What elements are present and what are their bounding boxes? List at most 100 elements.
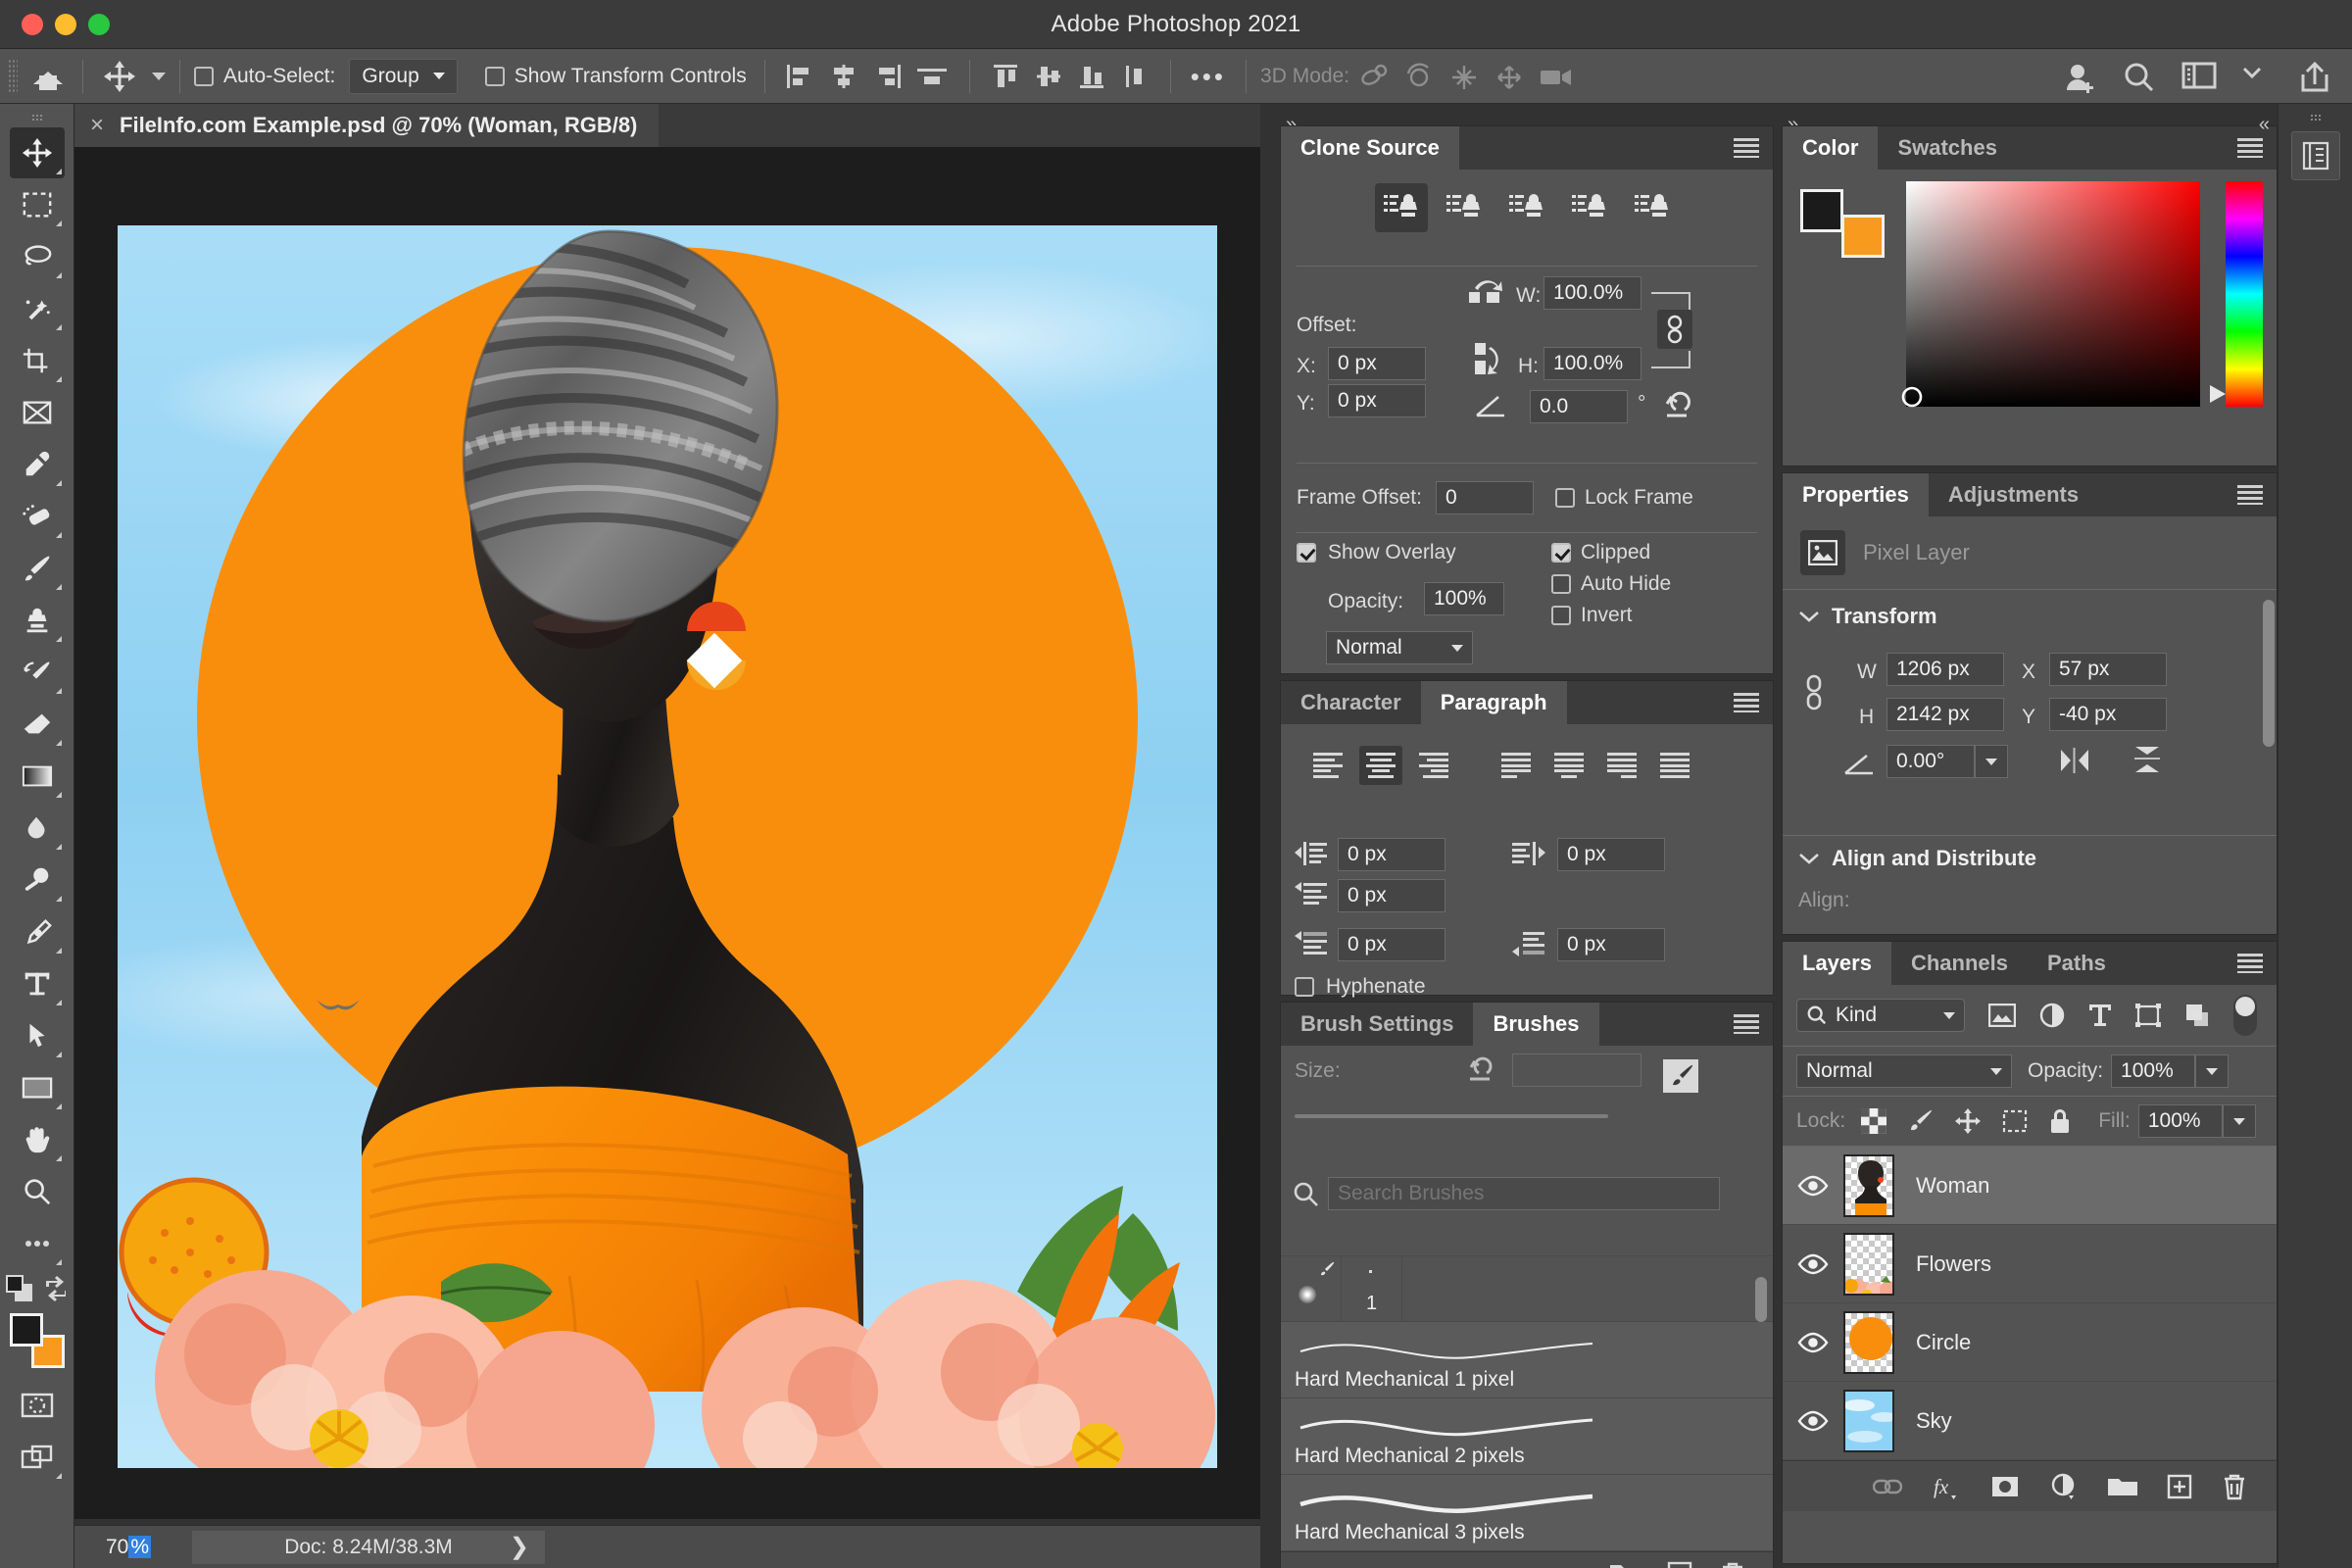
tab-character[interactable]: Character [1281, 681, 1421, 724]
brush-list[interactable]: Hard Mechanical 1 pixel Hard Mechanical … [1281, 1277, 1773, 1551]
tab-swatches[interactable]: Swatches [1878, 126, 2017, 170]
layer-visibility-toggle[interactable] [1783, 1332, 1843, 1353]
list-item[interactable]: Hard Mechanical 1 pixel [1281, 1322, 1773, 1398]
home-icon[interactable] [27, 57, 69, 96]
foreground-background-color[interactable] [9, 1313, 65, 1368]
brush-size-slider[interactable] [1295, 1114, 1608, 1118]
overlay-blend-mode-dropdown[interactable]: Normal [1326, 631, 1473, 664]
transform-y-field[interactable]: -40 px [2049, 698, 2167, 731]
type-tool[interactable] [10, 958, 65, 1009]
flip-horizontal-icon[interactable] [2059, 747, 2090, 780]
width-field[interactable]: 100.0% [1544, 276, 1642, 310]
space-after-paragraph-field[interactable]: 0 px [1557, 928, 1665, 961]
background-color-swatch[interactable] [1841, 215, 1885, 258]
color-field-picker[interactable] [1901, 181, 2200, 408]
layer-fill-stepper[interactable] [2222, 1104, 2256, 1138]
blur-tool[interactable] [10, 803, 65, 854]
show-transform-controls-checkbox[interactable] [484, 66, 505, 86]
layer-name[interactable]: Flowers [1916, 1251, 1991, 1277]
adjustment-layer-icon[interactable] [2049, 1473, 2079, 1500]
3d-slide-icon[interactable] [1487, 57, 1532, 96]
rotation-angle-field[interactable]: 0.00° [1886, 745, 1975, 778]
user-add-icon[interactable] [2064, 61, 2095, 93]
chevron-down-icon[interactable] [2240, 61, 2272, 92]
layer-thumbnail[interactable] [1843, 1232, 1894, 1296]
foreground-color-swatch[interactable] [1800, 189, 1843, 232]
3d-orbit-icon[interactable] [1349, 57, 1396, 96]
hue-slider[interactable] [2210, 181, 2263, 407]
align-top-edges-icon[interactable] [984, 57, 1027, 96]
more-align-options-button[interactable]: ••• [1185, 57, 1232, 96]
tab-channels[interactable]: Channels [1891, 942, 2028, 985]
align-right-edges-icon[interactable] [865, 57, 908, 96]
brush-group-count[interactable]: 1 [1342, 1256, 1402, 1321]
3d-roll-icon[interactable] [1396, 57, 1442, 96]
filter-toggle[interactable] [2233, 995, 2257, 1036]
panel-menu-icon[interactable] [2237, 954, 2263, 973]
link-layers-icon[interactable] [1873, 1477, 1902, 1496]
layer-thumbnail[interactable] [1843, 1310, 1894, 1374]
new-group-icon[interactable] [2108, 1475, 2137, 1498]
gradient-tool[interactable] [10, 751, 65, 802]
layer-filter-kind-dropdown[interactable]: Kind [1796, 999, 1965, 1032]
new-group-icon[interactable] [1610, 1561, 1640, 1568]
brush-list-scrollbar[interactable] [1755, 1277, 1767, 1322]
align-vertical-centers-icon[interactable] [1027, 57, 1070, 96]
properties-scrollbar[interactable] [2263, 600, 2275, 747]
distribute-horizontal-icon[interactable] [908, 57, 956, 96]
lock-artboard-icon[interactable] [2002, 1109, 2028, 1133]
constrain-link-icon[interactable] [1804, 674, 1824, 717]
hand-tool[interactable] [10, 1114, 65, 1165]
transform-x-field[interactable]: 57 px [2049, 653, 2167, 686]
workspace-icon[interactable] [2181, 61, 2217, 92]
share-icon[interactable] [2299, 61, 2330, 92]
new-brush-preset-icon[interactable] [1663, 1059, 1698, 1099]
canvas-area[interactable]: © FileInfo.com [74, 147, 1260, 1519]
lasso-tool[interactable] [10, 231, 65, 282]
document-size-info[interactable]: Doc: 8.24M/38.3M ❯ [192, 1530, 545, 1564]
filter-shape-icon[interactable] [2135, 1004, 2161, 1027]
align-left-edges-icon[interactable] [779, 57, 822, 96]
justify-last-center-button[interactable] [1547, 746, 1591, 785]
eraser-tool[interactable] [10, 699, 65, 750]
quick-mask-icon[interactable] [10, 1380, 65, 1431]
path-selection-tool[interactable] [10, 1010, 65, 1061]
brush-tool[interactable] [10, 543, 65, 594]
clone-source-slot-5[interactable] [1626, 183, 1679, 232]
frame-tool[interactable] [10, 387, 65, 438]
layer-name[interactable]: Circle [1916, 1330, 1971, 1355]
table-row[interactable]: Sky [1783, 1382, 2277, 1460]
height-field[interactable]: 100.0% [1544, 347, 1642, 380]
brush-group-thumbnail[interactable] [1281, 1256, 1342, 1321]
document-tab[interactable]: × FileInfo.com Example.psd @ 70% (Woman,… [74, 103, 660, 147]
search-icon[interactable] [2123, 61, 2154, 92]
tab-brushes[interactable]: Brushes [1473, 1003, 1599, 1046]
align-left-button[interactable] [1306, 746, 1349, 785]
panel-menu-icon[interactable] [2237, 485, 2263, 505]
clone-source-slot-1[interactable] [1375, 183, 1428, 232]
screen-mode-icon[interactable] [10, 1432, 65, 1483]
offset-x-field[interactable]: 0 px [1328, 347, 1426, 380]
clone-source-slot-4[interactable] [1563, 183, 1616, 232]
indent-first-line-field[interactable]: 0 px [1338, 879, 1446, 912]
overlay-opacity-field[interactable]: 100% [1424, 582, 1504, 615]
3d-camera-icon[interactable] [1532, 57, 1581, 96]
layer-name[interactable]: Sky [1916, 1408, 1952, 1434]
tab-color[interactable]: Color [1783, 126, 1879, 170]
rotation-angle-field[interactable]: 0.0 [1530, 390, 1628, 423]
space-before-paragraph-field[interactable]: 0 px [1338, 928, 1446, 961]
search-brushes-input[interactable] [1328, 1177, 1720, 1210]
justify-last-right-button[interactable] [1600, 746, 1643, 785]
layer-name[interactable]: Woman [1916, 1173, 1989, 1199]
align-bottom-edges-icon[interactable] [1070, 57, 1113, 96]
transform-w-field[interactable]: 1206 px [1886, 653, 2004, 686]
transform-h-field[interactable]: 2142 px [1886, 698, 2004, 731]
mini-dock-grip[interactable] [2309, 114, 2322, 122]
foreground-color-swatch[interactable] [9, 1313, 43, 1347]
libraries-icon[interactable] [2290, 131, 2340, 180]
crop-tool[interactable] [10, 335, 65, 386]
auto-select-checkbox[interactable] [194, 66, 214, 86]
layer-list[interactable]: Woman Flowers Circle Sky [1783, 1147, 2277, 1460]
table-row[interactable]: Circle [1783, 1303, 2277, 1382]
default-colors-icon[interactable] [5, 1274, 34, 1309]
